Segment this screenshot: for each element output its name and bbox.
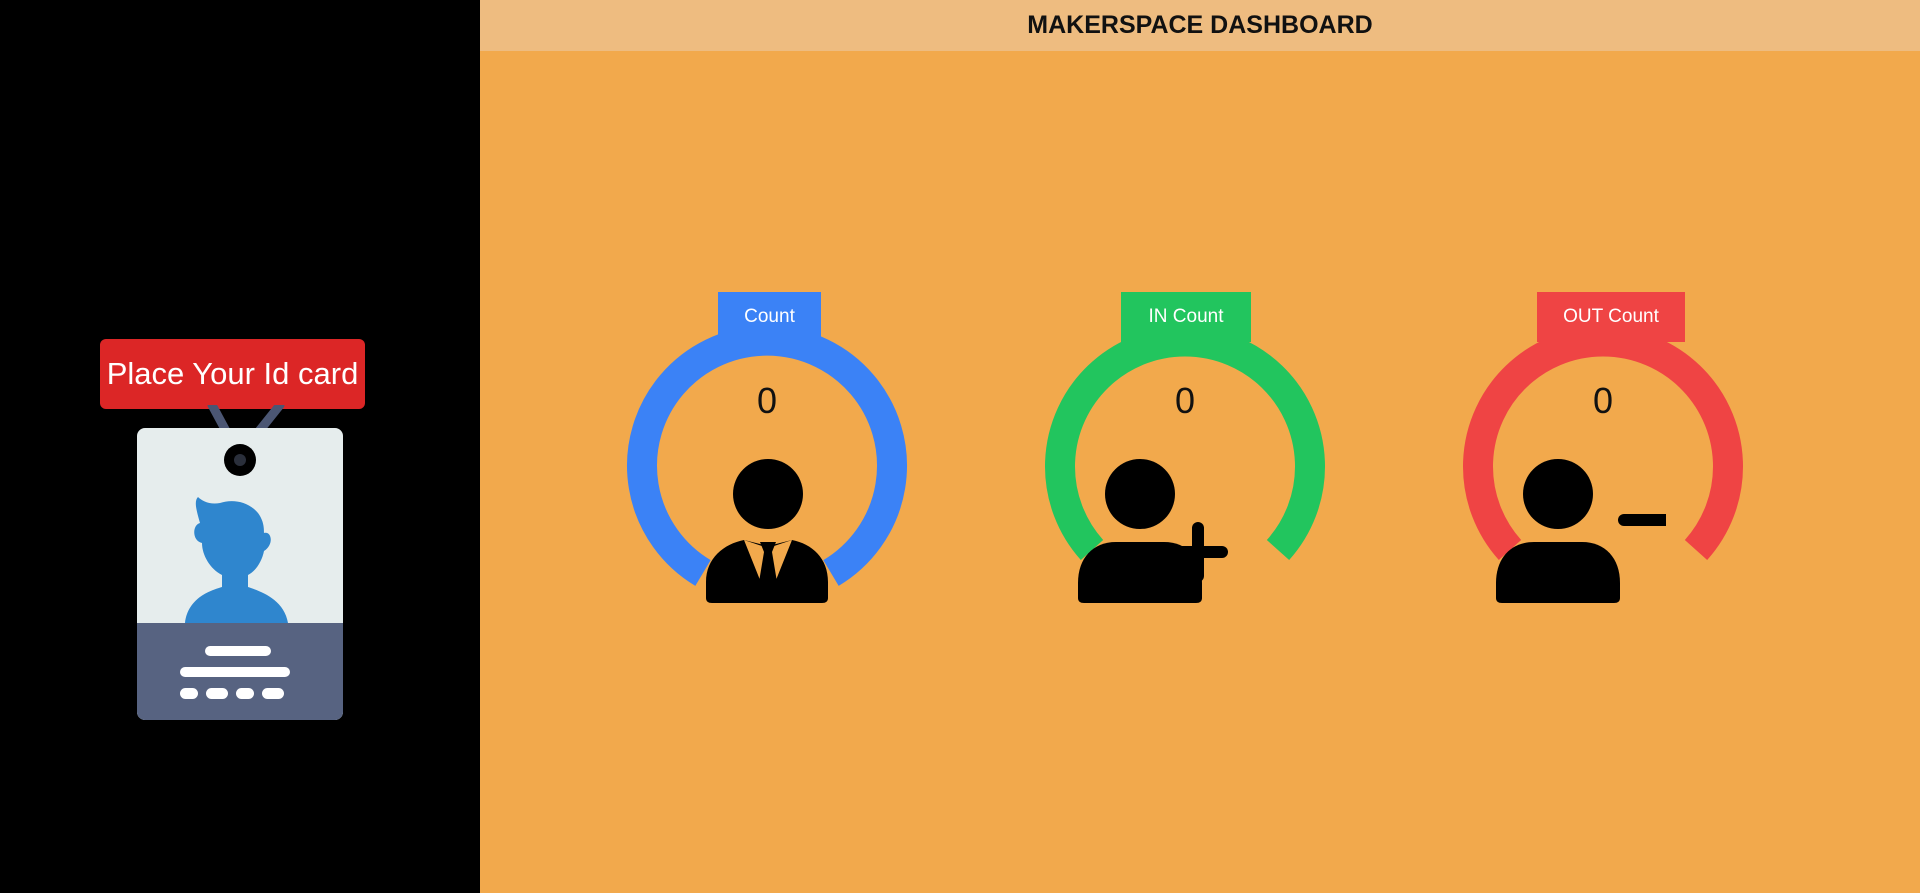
in-count-gauge: 0 bbox=[1040, 318, 1330, 668]
id-card-icon bbox=[137, 405, 343, 720]
count-label: Count bbox=[718, 292, 821, 342]
in-count-label: IN Count bbox=[1121, 292, 1251, 342]
count-gauge: 0 bbox=[622, 318, 912, 668]
id-card-panel: Place Your Id card bbox=[0, 0, 480, 893]
out-count-value: 0 bbox=[1592, 380, 1614, 421]
person-plus-icon bbox=[1078, 459, 1228, 603]
out-count-label: OUT Count bbox=[1537, 292, 1685, 342]
in-count-value: 0 bbox=[1174, 380, 1196, 421]
person-tie-icon bbox=[706, 459, 828, 603]
out-count-gauge: 0 bbox=[1458, 318, 1748, 668]
place-id-card-prompt: Place Your Id card bbox=[100, 339, 365, 409]
count-value: 0 bbox=[756, 380, 778, 421]
dashboard-main: MAKERSPACE DASHBOARD 0 Count 0 IN Count … bbox=[480, 0, 1920, 893]
dashboard-root: Place Your Id card MAKERSPACE DASHBOARD bbox=[0, 0, 1920, 893]
person-minus-icon bbox=[1496, 459, 1666, 603]
page-title: MAKERSPACE DASHBOARD bbox=[480, 0, 1920, 51]
